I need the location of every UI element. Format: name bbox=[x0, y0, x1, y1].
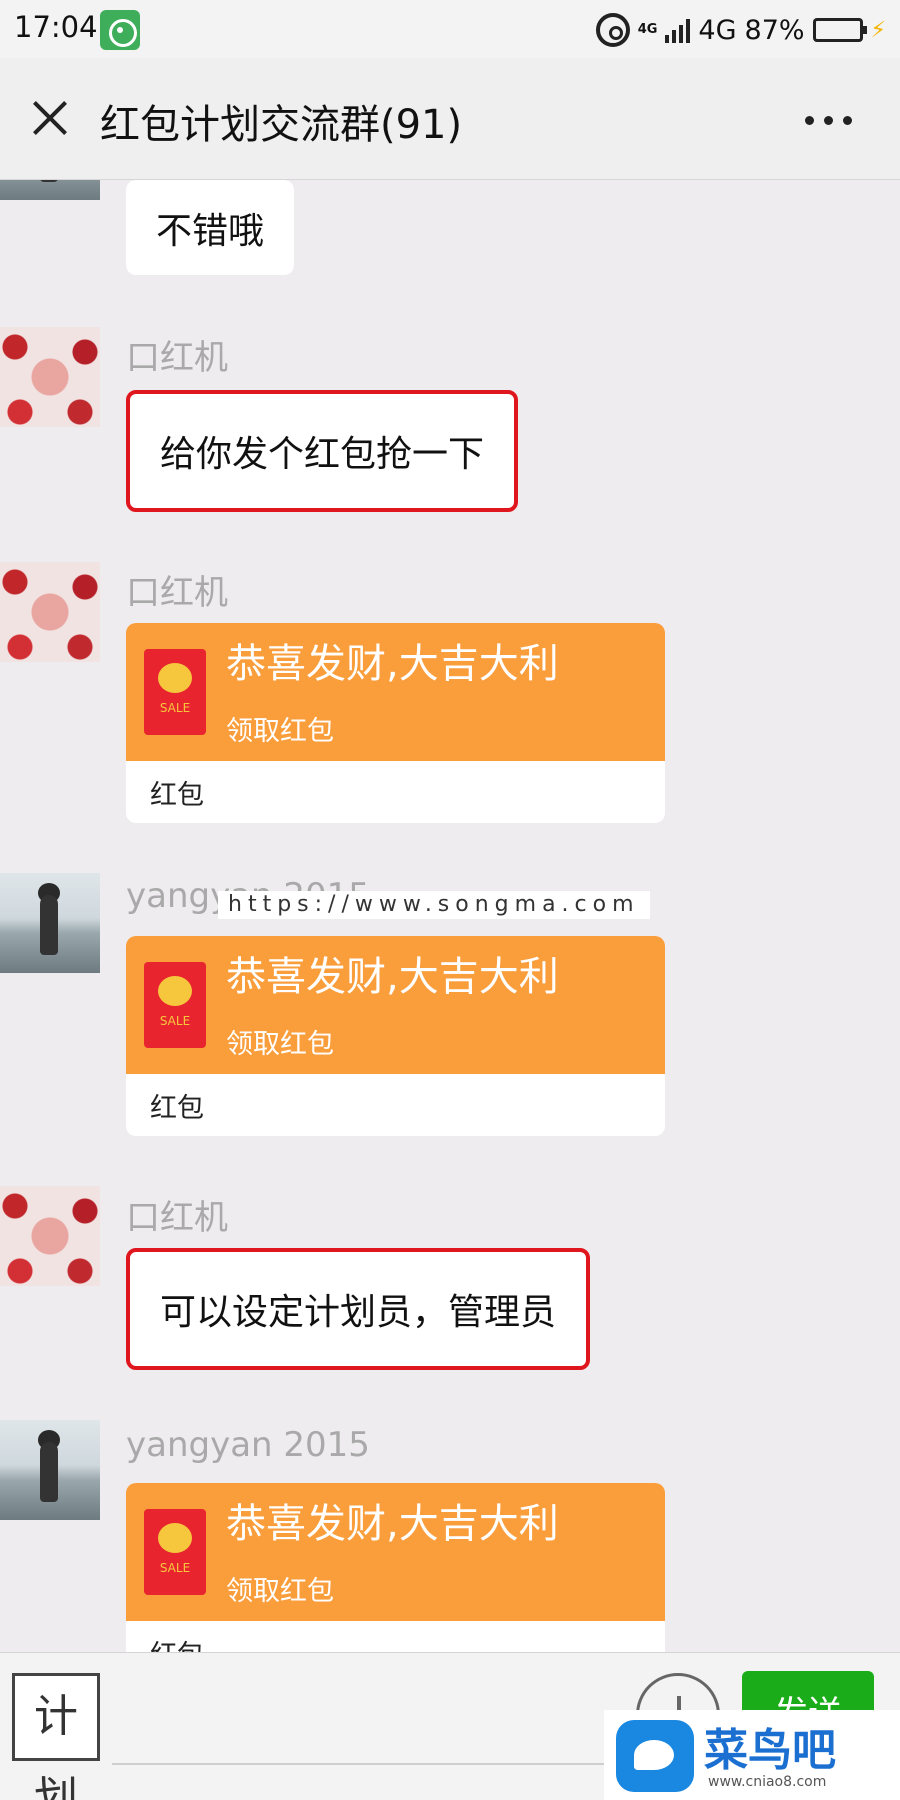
red-packet-title: 恭喜发财,大吉大利 bbox=[226, 954, 559, 1000]
sender-name: yangyan 2015 bbox=[126, 1425, 370, 1465]
red-packet-title: 恭喜发财,大吉大利 bbox=[226, 641, 559, 687]
close-icon[interactable] bbox=[30, 98, 70, 138]
message-text: 可以设定计划员，管理员 bbox=[160, 1292, 557, 1333]
red-envelope-icon: SALE bbox=[144, 649, 206, 735]
sender-name: 口红机 bbox=[126, 573, 228, 613]
envelope-label: SALE bbox=[159, 701, 191, 715]
message-input[interactable] bbox=[112, 1763, 632, 1765]
hotspot-icon bbox=[595, 13, 630, 47]
envelope-label: SALE bbox=[159, 1561, 191, 1575]
red-packet-body: SALE 恭喜发财,大吉大利 领取红包 bbox=[126, 936, 665, 1074]
avatar[interactable] bbox=[0, 180, 100, 200]
chat-title: 红包计划交流群(91) bbox=[100, 102, 463, 148]
chat-header: 红包计划交流群(91) bbox=[0, 58, 900, 180]
sender-name: 口红机 bbox=[126, 1198, 228, 1238]
red-packet-subtitle: 领取红包 bbox=[226, 1576, 334, 1607]
red-packet[interactable]: SALE 恭喜发财,大吉大利 领取红包 红包 bbox=[126, 1483, 665, 1652]
red-envelope-icon: SALE bbox=[144, 1509, 206, 1595]
avatar[interactable] bbox=[0, 327, 100, 427]
message-text: 不错哦 bbox=[156, 210, 265, 252]
red-envelope-icon: SALE bbox=[144, 962, 206, 1048]
status-indicators: 4G 4G 87% ⚡ bbox=[595, 10, 886, 50]
charging-icon: ⚡ bbox=[870, 17, 886, 43]
red-packet[interactable]: SALE 恭喜发财,大吉大利 领取红包 红包 bbox=[126, 623, 665, 823]
red-packet-subtitle: 领取红包 bbox=[226, 716, 334, 747]
site-logo-url: www.cniao8.com bbox=[708, 1774, 827, 1790]
message-list[interactable]: 不错哦 口红机 给你发个红包抢一下 口红机 SALE 恭喜发财,大吉大利 领取红… bbox=[0, 180, 900, 1652]
red-packet-body: SALE 恭喜发财,大吉大利 领取红包 bbox=[126, 1483, 665, 1621]
red-packet[interactable]: SALE 恭喜发财,大吉大利 领取红包 红包 bbox=[126, 936, 665, 1136]
avatar[interactable] bbox=[0, 873, 100, 973]
message-text: 给你发个红包抢一下 bbox=[160, 434, 485, 475]
more-options-icon[interactable] bbox=[805, 116, 852, 125]
signal-icon bbox=[665, 17, 691, 43]
network-type: 4G bbox=[698, 14, 737, 46]
site-logo-text: 菜鸟吧 bbox=[704, 1725, 836, 1776]
avatar[interactable] bbox=[0, 1420, 100, 1520]
message-bubble[interactable]: 给你发个红包抢一下 bbox=[126, 390, 519, 512]
sender-name: 口红机 bbox=[126, 338, 228, 378]
message-bubble[interactable]: 不错哦 bbox=[126, 180, 295, 275]
battery-percent: 87% bbox=[744, 14, 805, 46]
site-logo: 菜鸟吧 www.cniao8.com bbox=[604, 1710, 900, 1800]
red-packet-title: 恭喜发财,大吉大利 bbox=[226, 1501, 559, 1547]
avatar[interactable] bbox=[0, 1186, 100, 1286]
battery-icon bbox=[812, 18, 867, 42]
red-packet-footer: 红包 bbox=[150, 1092, 204, 1124]
message-bubble[interactable]: 可以设定计划员，管理员 bbox=[126, 1248, 591, 1370]
red-packet-body: SALE 恭喜发财,大吉大利 领取红包 bbox=[126, 623, 665, 761]
network-type-small: 4G bbox=[637, 22, 658, 37]
watermark: https://www.songma.com bbox=[218, 891, 650, 919]
app-notification-icon bbox=[100, 10, 140, 50]
red-packet-footer: 红包 bbox=[126, 1621, 665, 1653]
red-packet-footer: 红包 bbox=[150, 779, 204, 811]
bird-logo-icon bbox=[616, 1720, 694, 1792]
status-time: 17:04 bbox=[14, 10, 98, 44]
envelope-label: SALE bbox=[159, 1014, 191, 1028]
avatar[interactable] bbox=[0, 562, 100, 662]
red-packet-subtitle: 领取红包 bbox=[226, 1029, 334, 1060]
status-bar: 17:04 4G 4G 87% ⚡ bbox=[0, 0, 900, 58]
plan-button[interactable]: 计划 bbox=[12, 1673, 100, 1800]
